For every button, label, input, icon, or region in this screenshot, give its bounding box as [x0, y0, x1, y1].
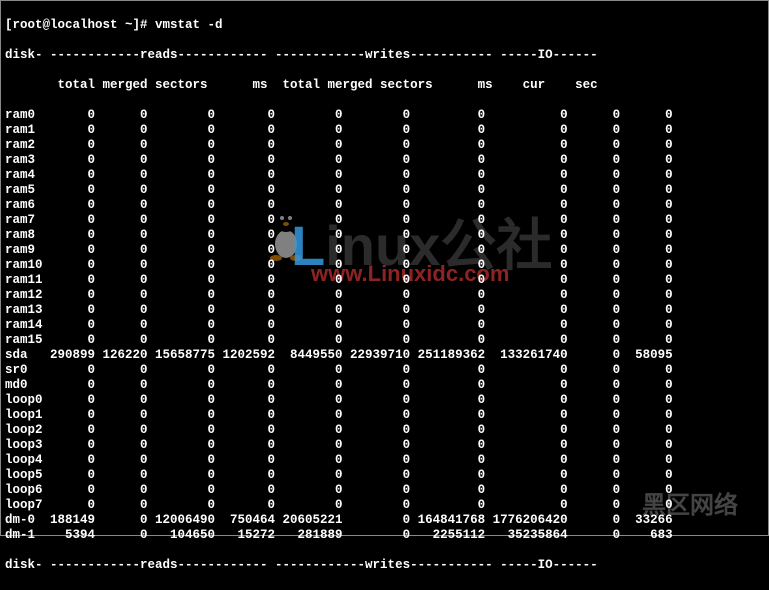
command: vmstat -d [155, 18, 223, 32]
table-row: ram2 0 0 0 0 0 0 0 0 0 0 [5, 138, 764, 153]
table-row: ram8 0 0 0 0 0 0 0 0 0 0 [5, 228, 764, 243]
table-row: sda 290899 126220 15658775 1202592 84495… [5, 348, 764, 363]
table-row: loop0 0 0 0 0 0 0 0 0 0 0 [5, 393, 764, 408]
table-row: loop1 0 0 0 0 0 0 0 0 0 0 [5, 408, 764, 423]
table-row: ram5 0 0 0 0 0 0 0 0 0 0 [5, 183, 764, 198]
table-row: loop3 0 0 0 0 0 0 0 0 0 0 [5, 438, 764, 453]
table-row: ram14 0 0 0 0 0 0 0 0 0 0 [5, 318, 764, 333]
table-row: ram15 0 0 0 0 0 0 0 0 0 0 [5, 333, 764, 348]
header-columns: total merged sectors ms total merged sec… [5, 78, 764, 93]
table-row: md0 0 0 0 0 0 0 0 0 0 0 [5, 378, 764, 393]
shell-prompt: [root@localhost ~]# [5, 18, 155, 32]
table-row: dm-0 188149 0 12006490 750464 20605221 0… [5, 513, 764, 528]
table-row: ram1 0 0 0 0 0 0 0 0 0 0 [5, 123, 764, 138]
table-row: loop7 0 0 0 0 0 0 0 0 0 0 [5, 498, 764, 513]
header-groups: disk- ------------reads------------ ----… [5, 48, 764, 63]
prompt-line: [root@localhost ~]# vmstat -d [5, 18, 764, 33]
terminal-output[interactable]: [root@localhost ~]# vmstat -d disk- ----… [1, 1, 768, 590]
table-row: loop2 0 0 0 0 0 0 0 0 0 0 [5, 423, 764, 438]
table-row: ram3 0 0 0 0 0 0 0 0 0 0 [5, 153, 764, 168]
table-row: ram12 0 0 0 0 0 0 0 0 0 0 [5, 288, 764, 303]
table-row: loop5 0 0 0 0 0 0 0 0 0 0 [5, 468, 764, 483]
table-row: ram10 0 0 0 0 0 0 0 0 0 0 [5, 258, 764, 273]
table-row: loop6 0 0 0 0 0 0 0 0 0 0 [5, 483, 764, 498]
table-row: ram13 0 0 0 0 0 0 0 0 0 0 [5, 303, 764, 318]
table-row: loop4 0 0 0 0 0 0 0 0 0 0 [5, 453, 764, 468]
data-rows: ram0 0 0 0 0 0 0 0 0 0 0ram1 0 0 0 0 0 0… [5, 108, 764, 543]
table-row: ram0 0 0 0 0 0 0 0 0 0 0 [5, 108, 764, 123]
table-row: sr0 0 0 0 0 0 0 0 0 0 0 [5, 363, 764, 378]
table-row: ram4 0 0 0 0 0 0 0 0 0 0 [5, 168, 764, 183]
table-row: ram9 0 0 0 0 0 0 0 0 0 0 [5, 243, 764, 258]
table-row: ram7 0 0 0 0 0 0 0 0 0 0 [5, 213, 764, 228]
table-row: ram11 0 0 0 0 0 0 0 0 0 0 [5, 273, 764, 288]
table-row: ram6 0 0 0 0 0 0 0 0 0 0 [5, 198, 764, 213]
footer-groups: disk- ------------reads------------ ----… [5, 558, 764, 573]
